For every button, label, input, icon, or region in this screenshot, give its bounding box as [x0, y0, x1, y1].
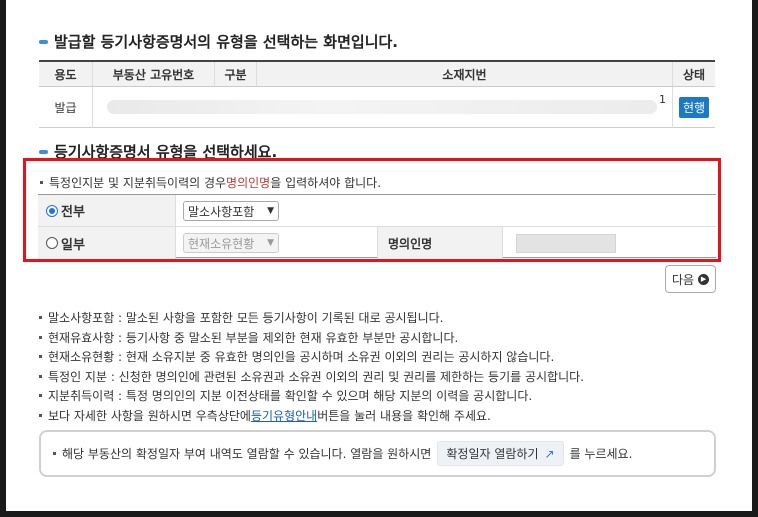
info-text: 특정인 지분 : 신청한 명의인에 관련된 소유권과 소유권 이외의 권리 및 …	[48, 369, 584, 384]
address-suffix: 1	[659, 93, 666, 106]
owner-name-input[interactable]	[516, 234, 616, 253]
cell-property-info: 1	[93, 87, 673, 128]
list-item: 현재유효사항 : 등기사항 중 말소된 부분을 제외한 현재 유효한 부분만 공…	[39, 328, 584, 348]
notice-text-end: 을 입력하셔야 합니다.	[270, 176, 382, 190]
list-item: 지분취득이력 : 특정 명의인의 지분 이전상태를 확인할 수 있으며 해당 지…	[39, 386, 584, 406]
section-title-text: 발급할 등기사항증명서의 유형을 선택하는 화면입니다.	[54, 33, 398, 51]
open-confirm-date-label: 확정일자 열람하기	[446, 447, 539, 461]
next-button[interactable]: 다음 ▶	[665, 265, 716, 293]
bullet-icon	[40, 181, 43, 184]
chevron-down-icon: ▼	[267, 238, 274, 248]
page-frame: 발급할 등기사항증명서의 유형을 선택하는 화면입니다. 용도 부동산 고유번호…	[0, 0, 758, 517]
chevron-down-icon: ▼	[267, 206, 274, 216]
confirm-date-note: 해당 부동산의 확정일자 부여 내역도 열람할 수 있습니다. 열람을 원하시면…	[39, 430, 716, 477]
info-text: 지분취득이력 : 특정 명의인의 지분 이전상태를 확인할 수 있으며 해당 지…	[48, 389, 533, 404]
info-list: 말소사항포함 : 말소된 사항을 포함한 모든 등기사항이 기록된 대로 공시됩…	[39, 308, 584, 425]
header-address: 소재지번	[257, 62, 673, 86]
info-text: 보다 자세한 사항을 원하시면 우측상단에	[48, 408, 251, 423]
partial-type-select-value: 현재소유현황	[188, 236, 255, 251]
choice-row-partial: 일부 현재소유현황 ▼ 명의인명	[38, 227, 716, 259]
bullet-icon	[53, 452, 56, 455]
cell-status: 현행	[673, 87, 715, 128]
radio-partial[interactable]	[46, 237, 58, 249]
cell-usage: 발급	[39, 87, 93, 128]
bullet-icon	[39, 413, 42, 417]
bullet-icon	[39, 316, 42, 320]
radio-partial-text: 일부	[61, 237, 85, 253]
arrow-right-icon: ▶	[698, 273, 710, 285]
radio-full-label[interactable]: 전부	[38, 195, 176, 226]
header-type: 구분	[215, 62, 257, 86]
table-header-row: 용도 부동산 고유번호 구분 소재지번 상태	[39, 62, 715, 87]
header-usage: 용도	[39, 62, 93, 86]
list-item: 보다 자세한 사항을 원하시면 우측상단에 등기유형안내 버튼을 눌러 내용을 …	[39, 406, 584, 426]
next-button-label: 다음	[671, 272, 695, 287]
partial-type-select[interactable]: 현재소유현황 ▼	[183, 233, 279, 253]
info-text: 현재유효사항 : 등기사항 중 말소된 부분을 제외한 현재 유효한 부분만 공…	[48, 330, 459, 345]
owner-notice: 특정인지분 및 지분취득이력의 경우 명의인명 을 입력하셔야 합니다.	[40, 174, 381, 191]
property-table: 용도 부동산 고유번호 구분 소재지번 상태 발급 1 현행	[39, 60, 715, 128]
list-item: 현재소유현황 : 현재 소유지분 중 유효한 명의인을 공시하며 소유권 이외의…	[39, 347, 584, 367]
external-link-icon: ↗	[544, 446, 555, 461]
bullet-icon	[39, 149, 48, 154]
notice-highlight: 명의인명	[226, 176, 271, 190]
bullet-icon	[39, 374, 42, 378]
info-text: 현재소유현황 : 현재 소유지분 중 유효한 명의인을 공시하며 소유권 이외의…	[48, 350, 555, 365]
redacted-info	[107, 100, 657, 114]
bullet-icon	[39, 335, 42, 339]
guide-link[interactable]: 등기유형안내	[251, 407, 317, 424]
type-choice-table: 전부 말소사항포함 ▼ 일부 현재소유현황 ▼ 명의인명	[38, 194, 716, 259]
list-item: 말소사항포함 : 말소된 사항을 포함한 모든 등기사항이 기록된 대로 공시됩…	[39, 308, 584, 328]
notice-text: 특정인지분 및 지분취득이력의 경우	[49, 176, 227, 190]
info-text: 말소사항포함 : 말소된 사항을 포함한 모든 등기사항이 기록된 대로 공시됩…	[48, 311, 444, 326]
header-status: 상태	[682, 67, 706, 82]
bullet-icon	[39, 355, 42, 359]
highlight-box: 특정인지분 및 지분취득이력의 경우 명의인명 을 입력하셔야 합니다. 전부 …	[23, 158, 721, 262]
list-item: 특정인 지분 : 신청한 명의인에 관련된 소유권과 소유권 이외의 권리 및 …	[39, 367, 584, 387]
note-text-end: 를 누르세요.	[569, 447, 633, 461]
full-type-select-value: 말소사항포함	[188, 204, 255, 219]
status-badge[interactable]: 현행	[678, 97, 710, 118]
owner-name-label: 명의인명	[377, 227, 503, 259]
note-text: 해당 부동산의 확정일자 부여 내역도 열람할 수 있습니다. 열람을 원하시면	[62, 447, 432, 461]
header-property-id: 부동산 고유번호	[93, 62, 215, 86]
info-text-end: 버튼을 눌러 내용을 확인해 주세요.	[317, 408, 491, 423]
open-confirm-date-button[interactable]: 확정일자 열람하기 ↗	[437, 441, 564, 466]
bullet-icon	[39, 394, 42, 398]
table-row: 발급 1 현행	[39, 87, 715, 128]
radio-full-text: 전부	[61, 205, 85, 220]
radio-partial-label[interactable]: 일부	[38, 227, 176, 259]
radio-full[interactable]	[46, 204, 58, 217]
full-type-select[interactable]: 말소사항포함 ▼	[183, 201, 279, 221]
bullet-icon	[39, 39, 48, 44]
section-title-issue: 발급할 등기사항증명서의 유형을 선택하는 화면입니다.	[39, 31, 398, 52]
choice-row-full: 전부 말소사항포함 ▼	[38, 195, 716, 227]
